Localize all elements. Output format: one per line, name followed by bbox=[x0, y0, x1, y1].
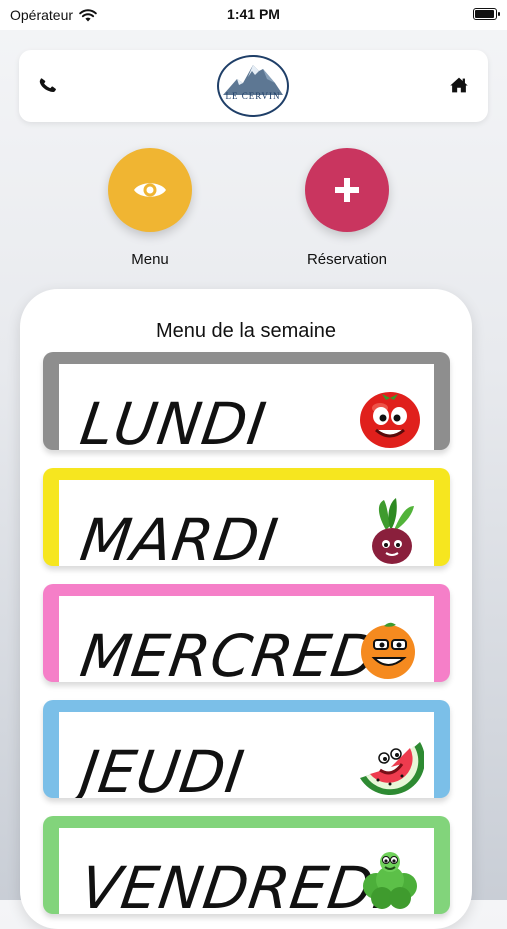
logo-text: LE CERVIN bbox=[225, 91, 281, 101]
day-card-inner: JEUDI bbox=[59, 712, 434, 798]
orange-icon bbox=[361, 622, 415, 679]
menu-button[interactable] bbox=[108, 148, 192, 232]
reservation-button-label[interactable]: Réservation bbox=[277, 251, 417, 268]
day-label: VENDREDI bbox=[76, 854, 397, 914]
watermelon-icon bbox=[360, 742, 424, 795]
day-label: MERCREDI bbox=[76, 622, 400, 682]
battery-fill bbox=[475, 10, 494, 18]
beet-icon bbox=[372, 498, 414, 564]
day-label: LUNDI bbox=[76, 390, 271, 450]
battery-icon bbox=[473, 8, 500, 20]
mountain-logo-icon bbox=[223, 65, 283, 95]
menu-button-label[interactable]: Menu bbox=[80, 251, 220, 268]
home-icon[interactable] bbox=[448, 74, 470, 96]
day-card-inner: MARDI bbox=[59, 480, 434, 566]
week-menu-card: Menu de la semaine LUNDI MARDI MERCREDI … bbox=[20, 289, 472, 929]
eye-icon bbox=[134, 183, 166, 197]
day-label: JEUDI bbox=[76, 738, 249, 798]
day-card-inner: MERCREDI bbox=[59, 596, 434, 682]
day-card-jeudi[interactable]: JEUDI bbox=[43, 700, 450, 798]
day-card-mercredi[interactable]: MERCREDI bbox=[43, 584, 450, 682]
week-menu-title: Menu de la semaine bbox=[155, 320, 337, 342]
day-card-mardi[interactable]: MARDI bbox=[43, 468, 450, 566]
clock: 1:41 PM bbox=[227, 6, 280, 22]
tomato-icon bbox=[360, 392, 420, 448]
day-card-inner: VENDREDI bbox=[59, 828, 434, 914]
broccoli-icon bbox=[363, 852, 417, 909]
phone-icon[interactable] bbox=[37, 74, 59, 96]
reservation-button[interactable] bbox=[305, 148, 389, 232]
plus-icon bbox=[335, 178, 359, 202]
logo: LE CERVIN bbox=[217, 55, 289, 117]
day-label: MARDI bbox=[76, 506, 283, 566]
status-bar: Opérateur 1:41 PM bbox=[0, 0, 507, 30]
header-card: LE CERVIN bbox=[19, 50, 488, 122]
day-card-inner: LUNDI bbox=[59, 364, 434, 450]
day-card-lundi[interactable]: LUNDI bbox=[43, 352, 450, 450]
day-card-vendredi[interactable]: VENDREDI bbox=[43, 816, 450, 914]
